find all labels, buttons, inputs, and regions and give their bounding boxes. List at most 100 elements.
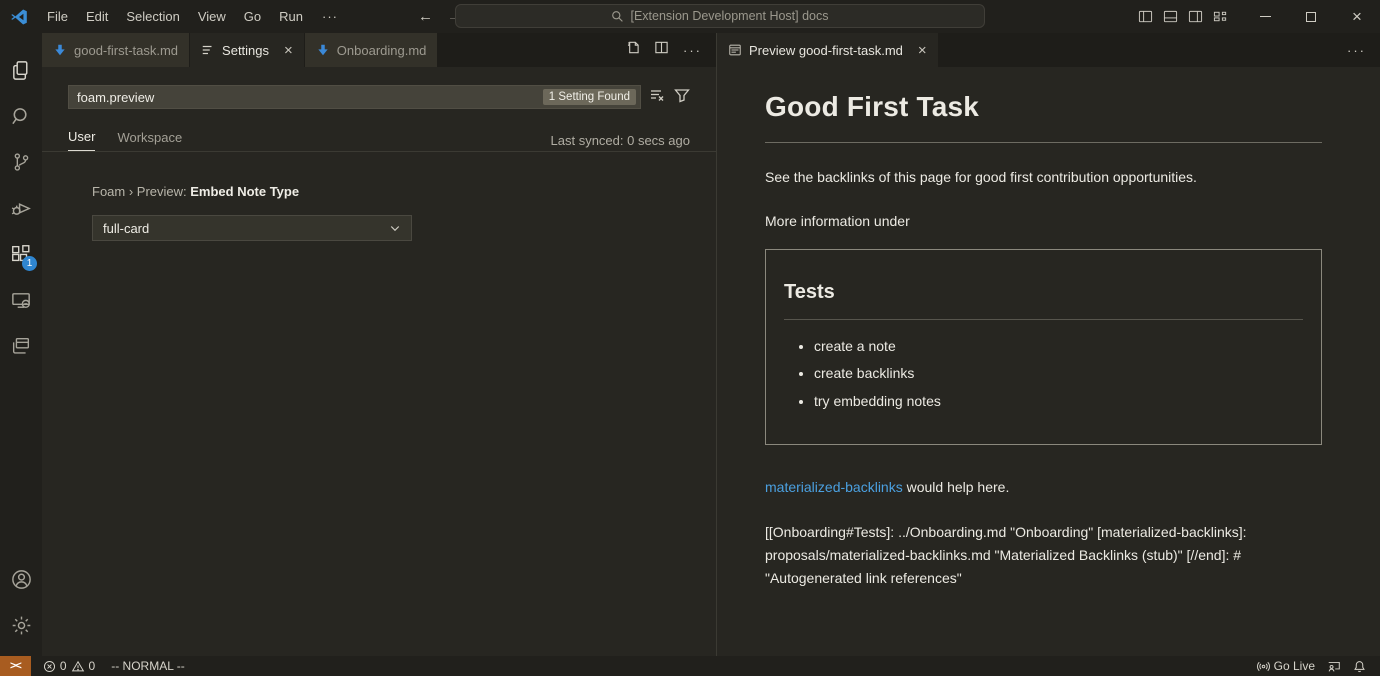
toggle-panel-icon[interactable] — [1163, 9, 1178, 24]
filter-settings-icon[interactable] — [674, 87, 690, 108]
search-icon — [611, 10, 624, 23]
tab-onboarding[interactable]: Onboarding.md — [305, 33, 439, 67]
markdown-file-icon — [316, 43, 330, 57]
preview-icon — [728, 43, 742, 57]
minimize-button[interactable] — [1242, 0, 1288, 33]
scope-divider — [42, 151, 716, 152]
scope-tab-workspace[interactable]: Workspace — [117, 130, 182, 151]
settings-editor: foam.preview 1 Setting Found User Worksp… — [42, 67, 716, 656]
setting-embed-note-type: Foam › Preview: Embed Note Type full-car… — [92, 184, 716, 241]
more-actions-button[interactable]: ··· — [683, 43, 702, 58]
windows-view-icon[interactable] — [0, 323, 42, 369]
bell-icon — [1353, 660, 1366, 673]
markdown-file-icon — [53, 43, 67, 57]
go-live-button[interactable]: Go Live — [1251, 656, 1321, 676]
embed-title: Tests — [784, 278, 1303, 320]
menu-run[interactable]: Run — [270, 5, 312, 28]
settings-results-badge: 1 Setting Found — [543, 89, 636, 105]
toggle-secondary-sidebar-icon[interactable] — [1188, 9, 1203, 24]
tab-label: Onboarding.md — [337, 43, 427, 58]
editor-group-settings: good-first-task.md Settings × Onboarding… — [42, 33, 717, 656]
settings-editor-icon — [201, 43, 215, 57]
materialized-backlinks-link[interactable]: materialized-backlinks — [765, 479, 903, 495]
warning-count: 0 — [89, 659, 96, 673]
notifications-button[interactable] — [1347, 656, 1372, 676]
left-tab-bar: good-first-task.md Settings × Onboarding… — [42, 33, 716, 67]
clear-settings-filter-icon[interactable] — [649, 87, 665, 108]
accounts-icon[interactable] — [0, 556, 42, 602]
list-item: create backlinks — [814, 363, 1303, 383]
settings-search-input[interactable]: foam.preview 1 Setting Found — [68, 85, 641, 109]
settings-gear-icon[interactable] — [0, 602, 42, 648]
setting-category: Foam › Preview: — [92, 184, 190, 199]
close-button[interactable]: × — [1334, 0, 1380, 33]
preview-paragraph: See the backlinks of this page for good … — [765, 167, 1322, 187]
vim-mode-indicator[interactable]: -- NORMAL -- — [111, 659, 185, 673]
preview-paragraph: More information under — [765, 211, 1322, 231]
tab-preview[interactable]: Preview good-first-task.md × — [717, 33, 939, 67]
command-center-text: [Extension Development Host] docs — [630, 9, 828, 23]
remote-explorer-icon[interactable] — [0, 277, 42, 323]
embedded-note-card: Tests create a note create backlinks try… — [765, 249, 1322, 445]
chevron-down-icon — [389, 222, 401, 234]
live-share-button[interactable] — [1321, 656, 1347, 676]
error-icon — [43, 660, 56, 673]
title-bar: File Edit Selection View Go Run ··· ← → … — [0, 0, 1380, 33]
embed-bullet-list: create a note create backlinks try embed… — [814, 336, 1303, 411]
open-settings-json-icon[interactable] — [625, 40, 640, 60]
maximize-button[interactable] — [1288, 0, 1334, 33]
explorer-icon[interactable] — [0, 47, 42, 93]
source-control-icon[interactable] — [0, 139, 42, 185]
nav-back-button[interactable]: ← — [418, 8, 433, 25]
menu-go[interactable]: Go — [235, 5, 270, 28]
scope-tab-user[interactable]: User — [68, 129, 95, 151]
link-references-text: [[Onboarding#Tests]: ../Onboarding.md "O… — [765, 521, 1295, 589]
vscode-logo-icon — [0, 8, 38, 26]
toggle-sidebar-icon[interactable] — [1138, 9, 1153, 24]
tab-close-icon[interactable]: × — [918, 43, 927, 58]
extensions-badge: 1 — [22, 256, 37, 271]
menu-edit[interactable]: Edit — [77, 5, 117, 28]
error-count: 0 — [60, 659, 67, 673]
list-item: try embedding notes — [814, 391, 1303, 411]
right-tab-bar: Preview good-first-task.md × ··· — [717, 33, 1380, 67]
menu-file[interactable]: File — [38, 5, 77, 28]
broadcast-icon — [1257, 660, 1270, 673]
vscode-window: File Edit Selection View Go Run ··· ← → … — [0, 0, 1380, 676]
customize-layout-icon[interactable] — [1213, 9, 1228, 24]
more-actions-button[interactable]: ··· — [1347, 43, 1366, 58]
tab-close-icon[interactable]: × — [284, 43, 293, 58]
extensions-icon[interactable]: 1 — [0, 231, 42, 277]
tab-label: good-first-task.md — [74, 43, 178, 58]
embed-note-type-select[interactable]: full-card — [92, 215, 412, 241]
tab-label: Preview good-first-task.md — [749, 43, 903, 58]
status-bar: >< 0 0 -- NORMAL -- Go Live — [0, 656, 1380, 676]
command-center-search[interactable]: [Extension Development Host] docs — [455, 4, 985, 28]
setting-title: Foam › Preview: Embed Note Type — [92, 184, 716, 199]
select-value: full-card — [103, 221, 149, 236]
last-synced-label: Last synced: 0 secs ago — [551, 133, 690, 148]
menu-view[interactable]: View — [189, 5, 235, 28]
menu-selection[interactable]: Selection — [117, 5, 188, 28]
split-editor-icon[interactable] — [654, 40, 669, 60]
person-screen-icon — [1327, 660, 1341, 673]
preview-link-line: materialized-backlinks would help here. — [765, 477, 1322, 497]
go-live-label: Go Live — [1274, 659, 1315, 673]
problems-status[interactable]: 0 0 — [37, 656, 101, 676]
warning-icon — [71, 660, 85, 673]
tab-settings[interactable]: Settings × — [190, 33, 305, 67]
list-item: create a note — [814, 336, 1303, 356]
preview-title: Good First Task — [765, 87, 1322, 143]
tab-label: Settings — [222, 43, 269, 58]
setting-name: Embed Note Type — [190, 184, 299, 199]
activity-bar: 1 — [0, 33, 42, 656]
link-tail-text: would help here. — [903, 479, 1010, 495]
tab-good-first-task[interactable]: good-first-task.md — [42, 33, 190, 67]
menu-more-button[interactable]: ··· — [312, 5, 348, 28]
search-view-icon[interactable] — [0, 93, 42, 139]
run-debug-icon[interactable] — [0, 185, 42, 231]
editor-group-preview: Preview good-first-task.md × ··· Good Fi… — [717, 33, 1380, 656]
settings-search-value: foam.preview — [77, 90, 154, 105]
remote-indicator[interactable]: >< — [0, 656, 31, 676]
markdown-preview[interactable]: Good First Task See the backlinks of thi… — [717, 67, 1380, 656]
